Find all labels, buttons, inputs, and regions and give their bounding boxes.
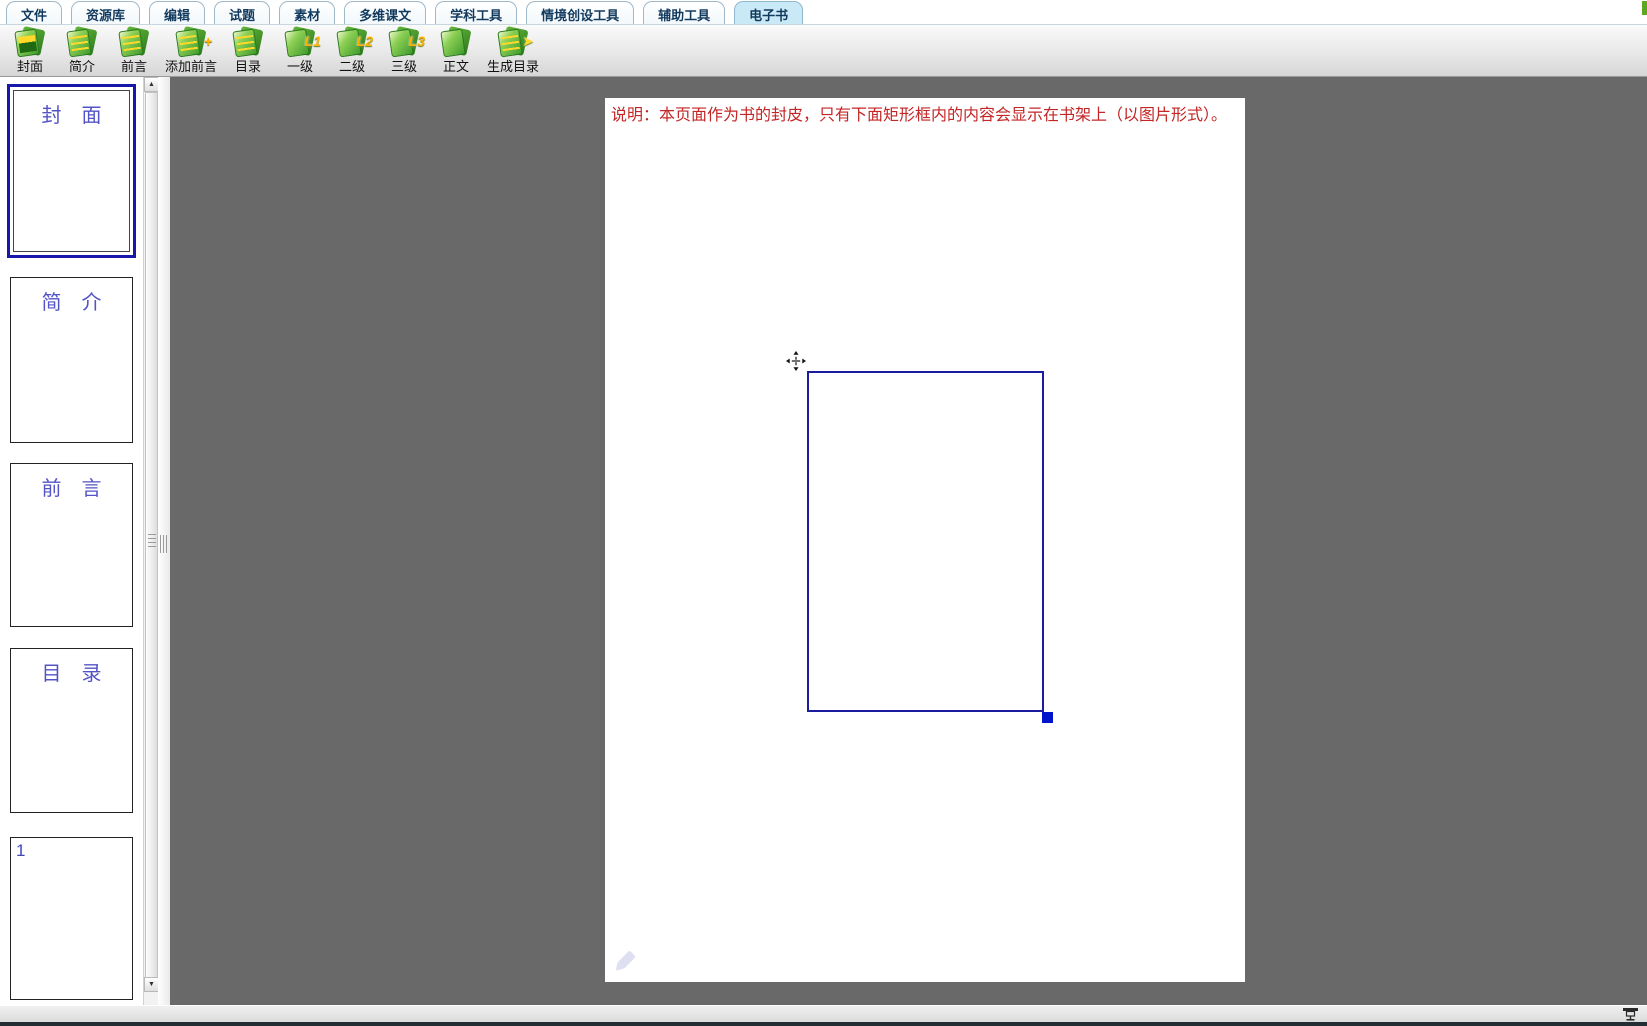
- thumbnail-scrollbar[interactable]: ▲ ▼: [143, 77, 159, 1005]
- pencil-watermark-icon: [615, 951, 636, 971]
- tool-label: 目录: [234, 59, 261, 74]
- tool-label: 封面: [16, 59, 43, 74]
- cover-instruction-note: 说明：本页面作为书的封皮，只有下面矩形框内的内容会显示在书架上（以图片形式）。: [611, 107, 1228, 124]
- scroll-up-button[interactable]: ▲: [144, 77, 159, 92]
- preface-button[interactable]: 前言: [108, 25, 160, 75]
- tab-multidim-text[interactable]: 多维课文: [344, 1, 427, 24]
- tab-scenario-tools[interactable]: 情境创设工具: [526, 1, 635, 24]
- thumbnail-page-number: 1: [16, 841, 26, 860]
- level3-button[interactable]: L3 三级: [378, 25, 430, 75]
- tool-label: 简介: [68, 59, 95, 74]
- cover-doc-icon: [12, 25, 48, 58]
- bottom-edge-strip: [0, 1022, 1647, 1026]
- generate-toc-button[interactable]: ➤ 生成目录: [482, 25, 544, 75]
- thumbnail-cover[interactable]: 封 面: [7, 84, 136, 258]
- toc-button[interactable]: 目录: [222, 25, 274, 75]
- screen-icon[interactable]: [1622, 1007, 1639, 1022]
- tab-test-questions[interactable]: 试题: [214, 1, 271, 24]
- thumbnail-preface[interactable]: 前 言: [10, 463, 133, 627]
- tool-label: 前言: [120, 59, 147, 74]
- toc-doc-icon: [230, 25, 266, 58]
- tool-label: 生成目录: [486, 59, 539, 74]
- preface-doc-icon: [116, 25, 152, 58]
- menu-tab-bar: 文件 资源库 编辑 试题 素材 多维课文 学科工具 情境创设工具 辅助工具 电子…: [0, 0, 1647, 24]
- add-preface-doc-icon: +: [173, 25, 212, 58]
- page-thumbnail-panel: 封 面 简 介 前 言 目 录 1: [0, 77, 143, 1005]
- body-text-button[interactable]: 正文: [430, 25, 482, 75]
- status-bar: [0, 1005, 1647, 1022]
- scroll-down-button[interactable]: ▼: [144, 977, 159, 992]
- level2-doc-icon: L2: [334, 25, 373, 58]
- tool-label: 二级: [338, 59, 365, 74]
- generate-toc-doc-icon: ➤: [495, 25, 534, 58]
- tool-label: 三级: [390, 59, 417, 74]
- thumbnail-page-1[interactable]: 1: [10, 837, 133, 1000]
- tab-ebook[interactable]: 电子书: [734, 1, 804, 24]
- thumbnail-intro[interactable]: 简 介: [10, 277, 133, 443]
- splitter-grip-icon: [160, 535, 168, 553]
- ebook-toolbar: 封面 简介 前言 + 添加前言 目录 L1 一级 L2 二级 L3 三级 正文 …: [0, 24, 1647, 77]
- cover-image-frame[interactable]: [807, 371, 1044, 712]
- thumbnail-title: 简 介: [41, 292, 102, 314]
- editor-canvas: 说明：本页面作为书的封皮，只有下面矩形框内的内容会显示在书架上（以图片形式）。: [170, 77, 1647, 1005]
- resize-handle[interactable]: [1042, 712, 1053, 723]
- move-cursor-icon: [785, 350, 807, 372]
- thumbnail-title: 封 面: [41, 105, 102, 127]
- level1-doc-icon: L1: [282, 25, 321, 58]
- window-corner-chip-icon: [1642, 1, 1647, 15]
- scrollbar-thumb[interactable]: [145, 92, 158, 990]
- tool-label: 一级: [286, 59, 313, 74]
- tab-materials[interactable]: 素材: [279, 1, 336, 24]
- thumbnail-page: 封 面: [13, 90, 130, 252]
- level3-doc-icon: L3: [386, 25, 425, 58]
- panel-splitter[interactable]: [158, 77, 170, 1005]
- tab-subject-tools[interactable]: 学科工具: [435, 1, 518, 24]
- content-area: 封 面 简 介 前 言 目 录 1 ▲ ▼ 说明：本页面作为书的封皮，只有下面矩…: [0, 77, 1647, 1005]
- app-window: 文件 资源库 编辑 试题 素材 多维课文 学科工具 情境创设工具 辅助工具 电子…: [0, 0, 1647, 1026]
- intro-doc-icon: [64, 25, 100, 58]
- cover-button[interactable]: 封面: [4, 25, 56, 75]
- tab-aux-tools[interactable]: 辅助工具: [643, 1, 726, 24]
- body-doc-icon: [438, 25, 474, 58]
- scrollbar-grip-icon: [148, 534, 156, 548]
- level2-button[interactable]: L2 二级: [326, 25, 378, 75]
- tool-label: 正文: [442, 59, 469, 74]
- tab-edit[interactable]: 编辑: [149, 1, 206, 24]
- intro-button[interactable]: 简介: [56, 25, 108, 75]
- thumbnail-title: 目 录: [41, 663, 102, 685]
- level1-button[interactable]: L1 一级: [274, 25, 326, 75]
- thumbnail-toc[interactable]: 目 录: [10, 648, 133, 813]
- thumbnail-title: 前 言: [41, 478, 102, 500]
- tab-resource-library[interactable]: 资源库: [71, 1, 141, 24]
- tab-file[interactable]: 文件: [6, 1, 63, 24]
- cover-page[interactable]: 说明：本页面作为书的封皮，只有下面矩形框内的内容会显示在书架上（以图片形式）。: [605, 98, 1245, 982]
- add-preface-button[interactable]: + 添加前言: [160, 25, 222, 75]
- tool-label: 添加前言: [164, 59, 217, 74]
